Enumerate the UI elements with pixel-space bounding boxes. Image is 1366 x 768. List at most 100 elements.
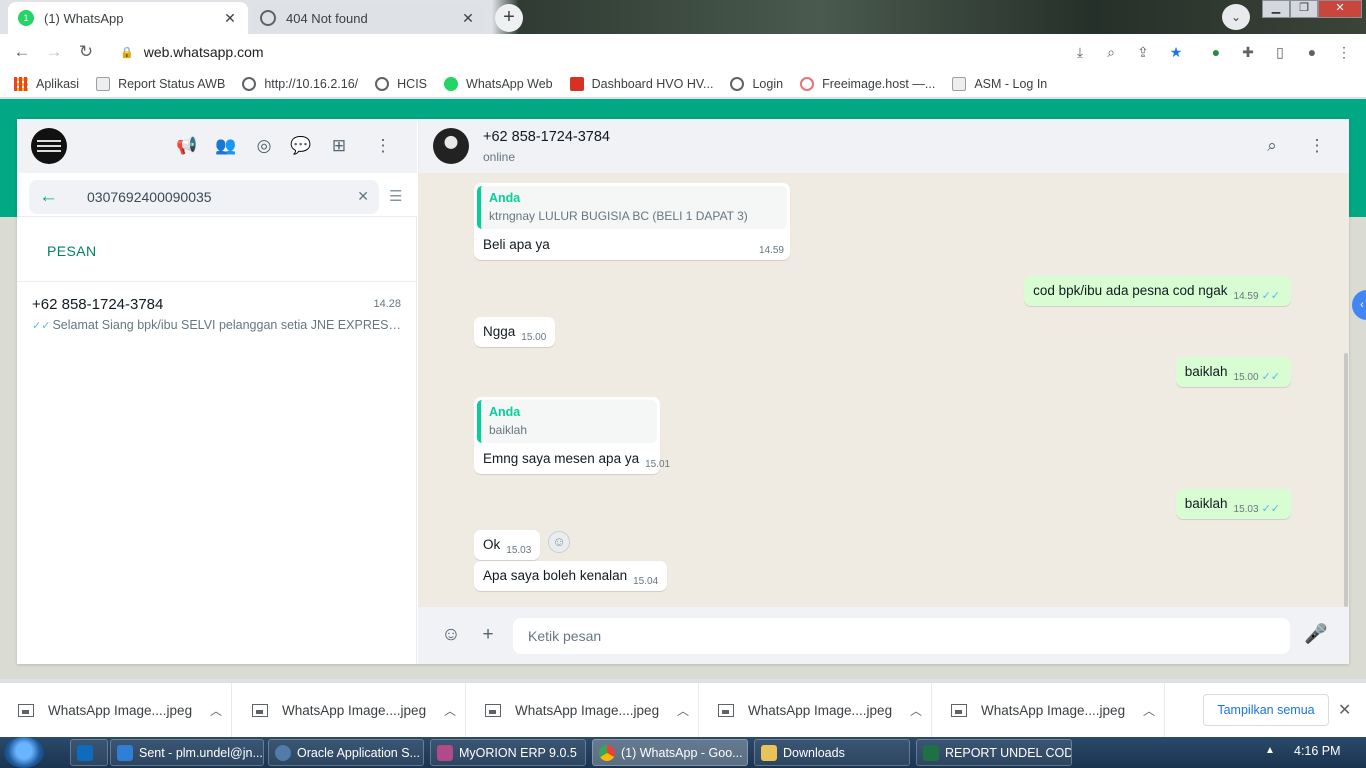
message-incoming[interactable]: Ngga 15.00 xyxy=(474,317,556,347)
conversation-header[interactable]: +62 858-1724-3784 online ⌕ ⋮ xyxy=(418,119,1349,173)
attach-plus-icon[interactable]: + xyxy=(476,623,500,647)
chat-preview-text: Selamat Siang bpk/ibu SELVI pelanggan se… xyxy=(52,318,402,332)
message-outgoing[interactable]: baiklah 15.00 ✓✓ xyxy=(1175,357,1291,387)
minimize-button[interactable]: ▁ xyxy=(1262,0,1290,18)
search-back-arrow-icon[interactable]: ← xyxy=(39,185,58,209)
clear-search-icon[interactable]: ✕ xyxy=(357,188,369,205)
show-hidden-icons-icon[interactable]: ▲ xyxy=(1265,745,1275,756)
bookmark-label: Aplikasi xyxy=(36,76,80,91)
outlook-icon xyxy=(77,744,93,761)
chrome-menu-icon[interactable]: ⋮ xyxy=(1334,42,1354,62)
taskbar-item-excel[interactable]: REPORT UNDEL COD... xyxy=(916,739,1072,766)
bookmarks-bar: Aplikasi Report Status AWB http://10.16.… xyxy=(0,70,1366,98)
chevron-up-icon[interactable]: ︿ xyxy=(201,702,231,719)
side-panel-icon[interactable]: ▯ xyxy=(1270,42,1290,62)
taskbar-item-chrome[interactable]: (1) WhatsApp - Goo... xyxy=(592,739,748,766)
quote-text: ktrngnay LULUR BUGISIA BC (BELI 1 DAPAT … xyxy=(489,209,748,223)
download-item[interactable]: WhatsApp Image....jpeg ︿ xyxy=(0,683,232,738)
messages-section-label: PESAN xyxy=(47,243,97,259)
taskbar-item-outlook[interactable]: Sent - plm.undel@jn... xyxy=(110,739,264,766)
taskbar-item-oracle[interactable]: Oracle Application S... xyxy=(268,739,424,766)
new-tab-button[interactable]: + xyxy=(495,4,523,32)
download-item[interactable]: WhatsApp Image....jpeg ︿ xyxy=(234,683,466,738)
bookmark-aplikasi[interactable]: Aplikasi xyxy=(14,76,80,91)
profile-avatar-icon[interactable]: ● xyxy=(1302,42,1322,62)
groups-icon[interactable]: 👥 xyxy=(214,134,238,158)
chevron-up-icon[interactable]: ︿ xyxy=(1134,702,1164,719)
communities-megaphone-icon[interactable]: 📢 xyxy=(175,134,199,158)
dashboard-icon xyxy=(569,76,584,91)
reload-icon[interactable]: ↻ xyxy=(74,40,98,64)
bookmark-freeimage[interactable]: Freeimage.host —... xyxy=(800,76,935,91)
window-close-button[interactable]: ✕ xyxy=(1318,0,1362,18)
share-icon[interactable]: ⇪ xyxy=(1133,42,1153,62)
message-incoming[interactable]: Apa saya boleh kenalan 15.04 xyxy=(474,561,668,591)
show-all-downloads-button[interactable]: Tampilkan semua xyxy=(1203,694,1329,726)
folder-icon xyxy=(761,744,777,761)
contact-avatar[interactable] xyxy=(433,128,469,164)
scrollbar-thumb[interactable] xyxy=(1344,353,1348,607)
forward-icon[interactable]: → xyxy=(42,40,66,64)
my-profile-avatar[interactable] xyxy=(31,128,67,164)
system-clock[interactable]: 4:16 PM xyxy=(1294,744,1341,758)
address-bar[interactable]: 🔒 web.whatsapp.com xyxy=(110,38,1200,66)
channels-icon[interactable]: 💬 xyxy=(289,134,313,158)
bookmark-login[interactable]: Login xyxy=(730,76,783,91)
filter-icon[interactable]: ☰ xyxy=(389,187,402,205)
emoji-reaction-icon[interactable]: ☺ xyxy=(548,531,570,553)
quoted-message[interactable]: Anda ktrngnay LULUR BUGISIA BC (BELI 1 D… xyxy=(477,186,787,229)
close-tab-icon[interactable]: ✕ xyxy=(460,10,476,26)
taskbar-item-orion[interactable]: MyORION ERP 9.0.5 xyxy=(430,739,586,766)
bookmark-asm-login[interactable]: ASM - Log In xyxy=(952,76,1047,91)
whatsapp-extension-icon[interactable]: ● xyxy=(1206,42,1226,62)
lock-icon[interactable]: 🔒 xyxy=(120,46,134,59)
message-input[interactable] xyxy=(513,618,1290,654)
message-meta: 15.00 ✓✓ xyxy=(1234,371,1282,383)
message-incoming[interactable]: Anda ktrngnay LULUR BUGISIA BC (BELI 1 D… xyxy=(474,183,790,260)
bookmark-dashboard-hvo[interactable]: Dashboard HVO HV... xyxy=(569,76,713,91)
chevron-up-icon[interactable]: ︿ xyxy=(901,702,931,719)
emoji-icon[interactable]: ☺ xyxy=(439,623,463,647)
microphone-icon[interactable]: 🎤 xyxy=(1304,623,1328,647)
conversation-menu-icon[interactable]: ⋮ xyxy=(1305,134,1329,158)
taskbar-item-downloads[interactable]: Downloads xyxy=(754,739,910,766)
back-icon[interactable]: ← xyxy=(10,40,34,64)
close-tab-icon[interactable]: ✕ xyxy=(222,10,238,26)
message-scrollbar[interactable] xyxy=(1343,173,1349,607)
tab-title: 404 Not found xyxy=(286,10,368,26)
bookmark-whatsapp-web[interactable]: WhatsApp Web xyxy=(444,76,553,91)
tab-whatsapp[interactable]: 1 (1) WhatsApp ✕ xyxy=(8,2,248,34)
message-incoming[interactable]: Ok 15.03 xyxy=(474,530,541,560)
tab-404[interactable]: 404 Not found ✕ xyxy=(250,2,486,34)
bookmark-report-status-awb[interactable]: Report Status AWB xyxy=(96,76,225,91)
zoom-icon[interactable]: ⌕ xyxy=(1101,42,1121,62)
chevron-up-icon[interactable]: ︿ xyxy=(435,702,465,719)
message-incoming[interactable]: Anda baiklah Emng saya mesen apa ya 15.01 xyxy=(474,397,670,474)
tab-search-button[interactable]: ⌄ xyxy=(1222,4,1250,30)
status-icon[interactable]: ◎ xyxy=(252,134,276,158)
chat-list-item[interactable]: +62 858-1724-3784 14.28 ✓✓ Selamat Siang … xyxy=(17,282,417,346)
bookmark-star-icon[interactable]: ★ xyxy=(1166,42,1186,62)
chevron-up-icon[interactable]: ︿ xyxy=(668,702,698,719)
install-app-icon[interactable]: ⤓ xyxy=(1070,42,1090,62)
taskbar-outlook-pinned[interactable] xyxy=(70,739,108,766)
search-input[interactable]: ← 0307692400090035 ✕ xyxy=(29,180,379,214)
quoted-message[interactable]: Anda baiklah xyxy=(477,400,657,443)
bookmark-hcis[interactable]: HCIS xyxy=(375,76,427,91)
bookmark-10-16-2-16[interactable]: http://10.16.2.16/ xyxy=(242,76,358,91)
start-button[interactable] xyxy=(4,737,44,768)
download-item[interactable]: WhatsApp Image....jpeg ︿ xyxy=(467,683,699,738)
outlook-icon xyxy=(117,744,133,761)
download-item[interactable]: WhatsApp Image....jpeg ︿ xyxy=(933,683,1165,738)
message-outgoing[interactable]: baiklah 15.03 ✓✓ xyxy=(1175,489,1291,519)
extensions-puzzle-icon[interactable]: ✚ xyxy=(1238,42,1258,62)
close-download-shelf-icon[interactable]: ✕ xyxy=(1338,700,1351,720)
message-outgoing[interactable]: cod bpk/ibu ada pesna cod ngak 14.59 ✓✓ xyxy=(1024,276,1291,306)
new-chat-icon[interactable]: ⊞ xyxy=(327,134,351,158)
read-ticks-icon: ✓✓ xyxy=(32,320,51,332)
search-messages-icon[interactable]: ⌕ xyxy=(1260,134,1284,158)
message-text: Ok xyxy=(483,537,501,552)
maximize-button[interactable]: ❐ xyxy=(1290,0,1318,18)
sidebar-menu-icon[interactable]: ⋮ xyxy=(371,134,395,158)
download-item[interactable]: WhatsApp Image....jpeg ︿ xyxy=(700,683,932,738)
